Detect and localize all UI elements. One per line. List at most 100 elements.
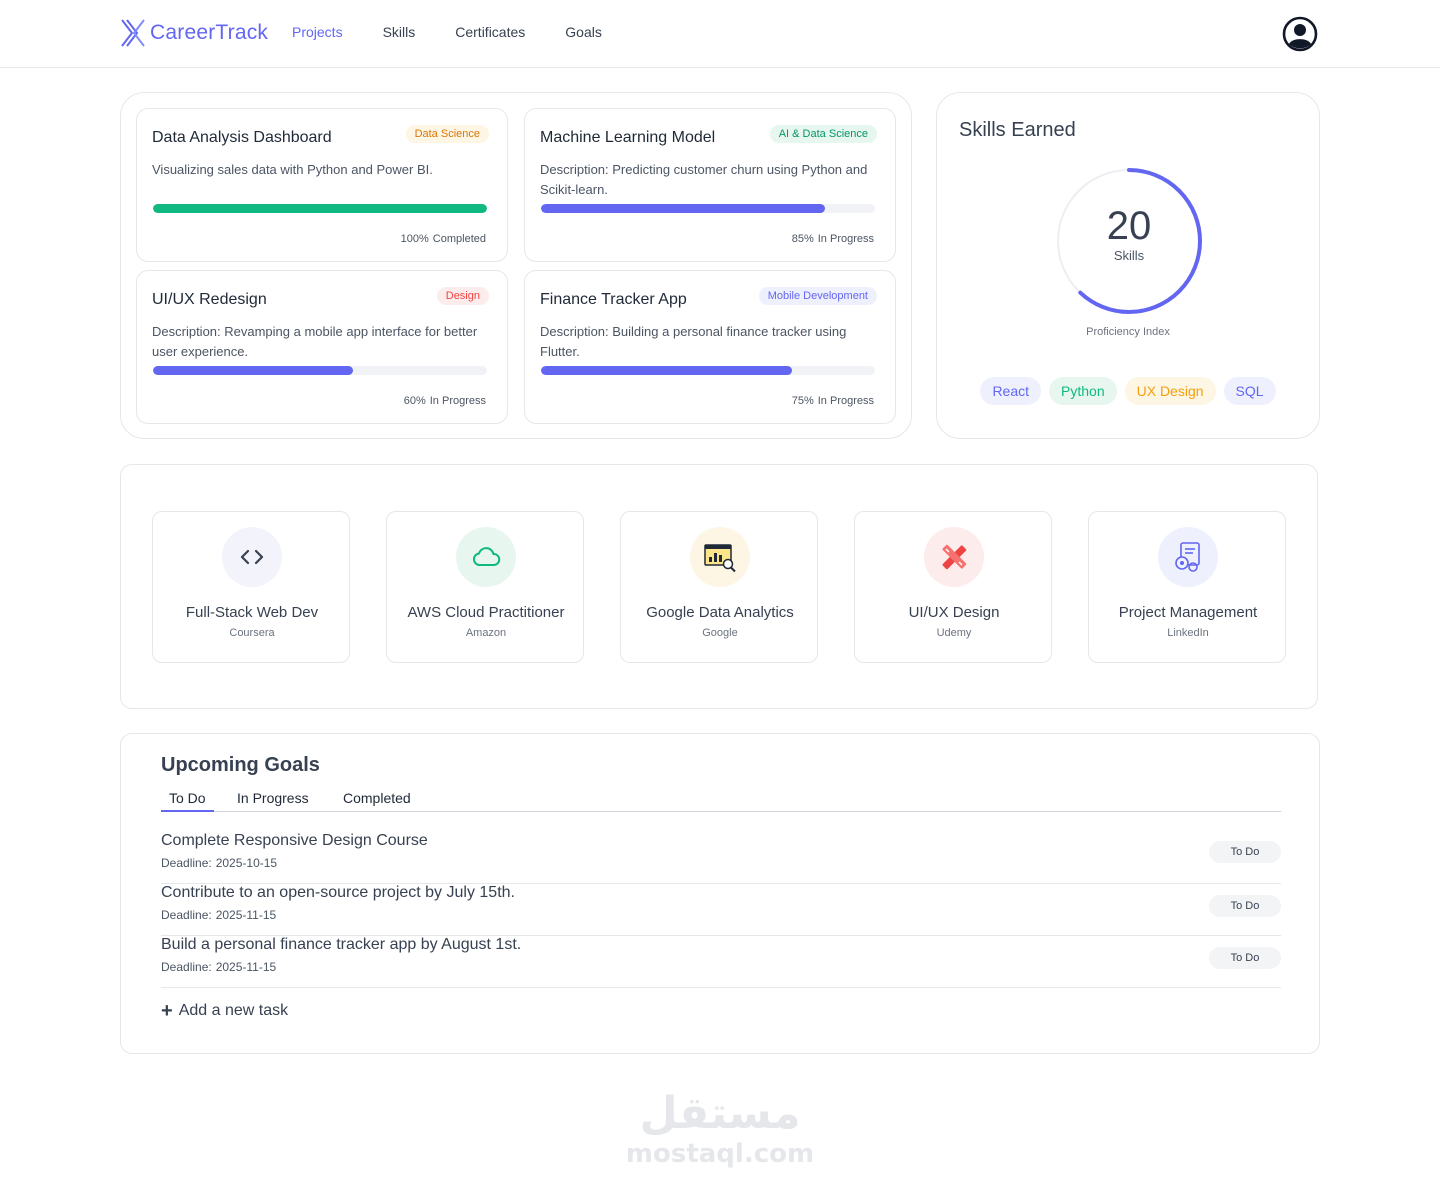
project-title: Finance Tracker App (540, 291, 687, 308)
certificate-card[interactable]: Full-Stack Web Dev Coursera (152, 511, 350, 663)
project-status: 60% In Progress (400, 395, 486, 407)
skill-chip-sql[interactable]: SQL (1223, 377, 1276, 405)
goal-deadline: Deadline: 2025-11-15 (161, 908, 276, 922)
project-progress-bar (541, 204, 875, 213)
goal-status-badge[interactable]: To Do (1209, 895, 1281, 917)
deadline-value: 2025-10-15 (215, 856, 278, 870)
skills-ring: 20 Skills (1054, 166, 1204, 316)
certificate-issuer: Google (702, 627, 738, 639)
project-tag: AI & Data Science (769, 125, 877, 143)
progress-fill (541, 366, 792, 375)
main-nav: Projects Skills Certificates Goals (292, 24, 602, 40)
skills-panel: Skills Earned 20 Skills Proficiency Inde… (936, 92, 1320, 439)
certificate-issuer: Udemy (936, 627, 972, 639)
watermark: مستقل mostaql.com (620, 1088, 820, 1168)
skills-count-label: Skills (1113, 248, 1145, 263)
progress-percent: 60% (403, 395, 426, 407)
nav-projects[interactable]: Projects (292, 24, 343, 40)
nav-skills[interactable]: Skills (383, 24, 416, 40)
proficiency-index-label: Proficiency Index (1086, 326, 1170, 338)
progress-status: In Progress (817, 395, 874, 407)
nav-goals[interactable]: Goals (565, 24, 602, 40)
user-circle-icon[interactable] (1282, 16, 1318, 52)
project-card[interactable]: Finance Tracker App Mobile Development D… (524, 270, 896, 424)
goals-panel: Upcoming Goals To Do In Progress Complet… (120, 733, 1320, 1054)
certificate-name: Google Data Analytics (646, 604, 794, 621)
deadline-label: Deadline: (161, 908, 212, 922)
project-progress-bar (153, 366, 487, 375)
project-card[interactable]: Data Analysis Dashboard Data Science Vis… (136, 108, 508, 262)
project-card[interactable]: Machine Learning Model AI & Data Science… (524, 108, 896, 262)
brand-mark-icon (121, 19, 145, 47)
goal-status-badge[interactable]: To Do (1209, 947, 1281, 969)
goal-row[interactable]: Build a personal finance tracker app by … (161, 936, 1281, 988)
deadline-label: Deadline: (161, 960, 212, 974)
code-icon (222, 527, 282, 587)
goal-deadline: Deadline: 2025-11-15 (161, 960, 276, 974)
skills-title: Skills Earned (959, 119, 1076, 141)
deadline-value: 2025-11-15 (215, 908, 277, 922)
deadline-label: Deadline: (161, 856, 212, 870)
project-description: Description: Building a personal finance… (540, 324, 847, 359)
certificate-card[interactable]: Project Management LinkedIn (1088, 511, 1286, 663)
progress-fill (541, 204, 825, 213)
certificate-name: UI/UX Design (908, 604, 1000, 621)
projects-panel: Data Analysis Dashboard Data Science Vis… (120, 92, 912, 439)
skill-chip-ux-design[interactable]: UX Design (1124, 377, 1216, 405)
certificate-issuer: LinkedIn (1167, 627, 1209, 639)
project-progress-bar (153, 204, 487, 213)
watermark-latin: mostaql.com (625, 1139, 815, 1169)
skill-chip-python[interactable]: Python (1049, 377, 1117, 405)
certificate-card[interactable]: AWS Cloud Practitioner Amazon (386, 511, 584, 663)
certificate-card[interactable]: Google Data Analytics Google (620, 511, 818, 663)
certificate-name: Full-Stack Web Dev (185, 604, 319, 621)
progress-percent: 85% (791, 233, 814, 245)
skill-chip-react[interactable]: React (980, 377, 1042, 405)
project-description: Visualizing sales data with Python and P… (152, 162, 433, 177)
progress-status: In Progress (817, 233, 874, 245)
cloud-icon (456, 527, 516, 587)
project-title: UI/UX Redesign (152, 291, 267, 308)
project-status: 100% Completed (397, 233, 486, 245)
goal-title: Complete Responsive Design Course (161, 832, 428, 849)
tab-in-progress[interactable]: In Progress (237, 790, 309, 812)
progress-status: Completed (432, 233, 486, 245)
goal-row[interactable]: Contribute to an open-source project by … (161, 884, 1281, 936)
certificate-name: Project Management (1118, 604, 1258, 621)
design-tools-icon (924, 527, 984, 587)
project-title: Machine Learning Model (540, 129, 716, 146)
progress-percent: 100% (400, 233, 429, 245)
goal-row[interactable]: Complete Responsive Design Course Deadli… (161, 832, 1281, 884)
goal-title: Build a personal finance tracker app by … (161, 936, 522, 953)
project-tag: Mobile Development (758, 287, 877, 305)
analytics-icon (690, 527, 750, 587)
project-tag: Data Science (405, 125, 489, 143)
certificate-card[interactable]: UI/UX Design Udemy (854, 511, 1052, 663)
project-description: Description: Revamping a mobile app inte… (152, 324, 478, 359)
goals-tabs: To Do In Progress Completed (161, 790, 1281, 812)
tab-to-do[interactable]: To Do (161, 790, 214, 812)
goal-status-badge[interactable]: To Do (1209, 841, 1281, 863)
deadline-value: 2025-11-15 (215, 960, 277, 974)
add-task-label: Add a new task (178, 1002, 289, 1019)
top-navigation-bar: CareerTrack Projects Skills Certificates… (0, 0, 1440, 68)
brand-logo[interactable]: CareerTrack (120, 18, 268, 48)
project-description: Description: Predicting customer churn u… (540, 162, 868, 197)
nav-certificates[interactable]: Certificates (455, 24, 525, 40)
project-title: Data Analysis Dashboard (152, 129, 332, 146)
certificate-issuer: Coursera (229, 627, 275, 639)
project-progress-bar (541, 366, 875, 375)
certificate-issuer: Amazon (465, 627, 507, 639)
project-tag: Design (436, 287, 489, 305)
skills-count: 20 (1106, 204, 1152, 248)
project-card[interactable]: UI/UX Redesign Design Description: Revam… (136, 270, 508, 424)
tab-completed[interactable]: Completed (343, 790, 411, 812)
watermark-arabic: مستقل (639, 1088, 801, 1139)
certificates-panel: Full-Stack Web Dev Coursera AWS Cloud Pr… (120, 464, 1318, 709)
progress-percent: 75% (791, 395, 814, 407)
progress-status: In Progress (429, 395, 486, 407)
project-status: 85% In Progress (788, 233, 874, 245)
add-task-button[interactable]: + Add a new task (161, 1001, 289, 1021)
progress-fill (153, 366, 354, 375)
progress-fill (153, 204, 487, 213)
